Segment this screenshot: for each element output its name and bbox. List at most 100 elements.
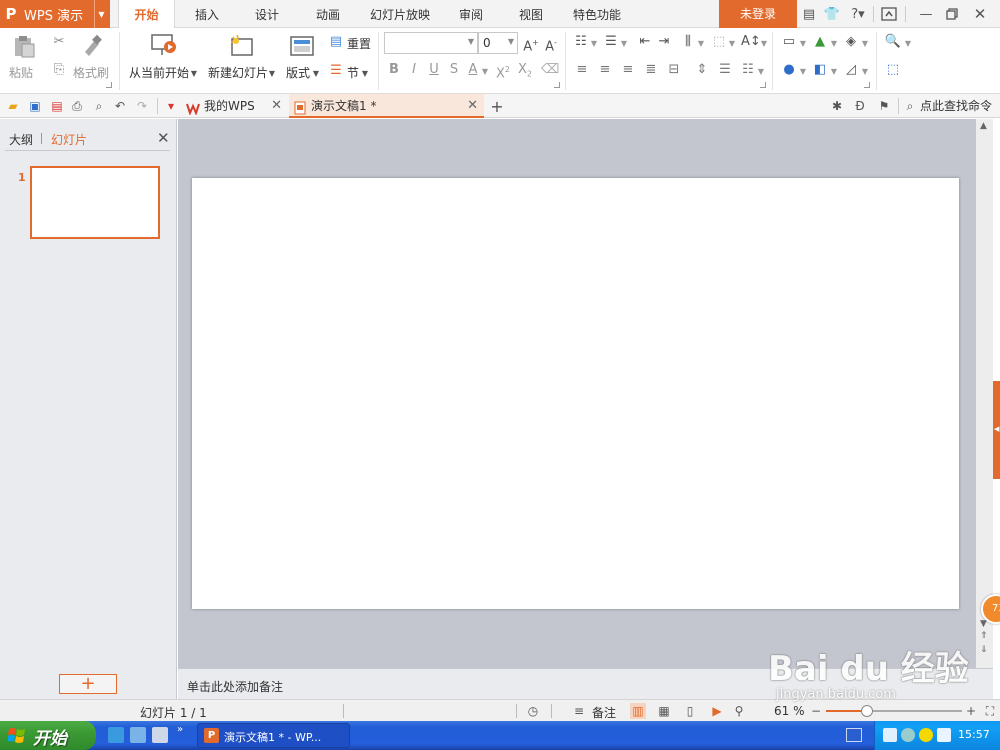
notes-placeholder[interactable]: 单击此处添加备注 xyxy=(187,678,283,695)
redo-icon[interactable]: ↷ xyxy=(134,98,150,114)
layout-icon[interactable] xyxy=(290,36,314,59)
shirt-icon[interactable]: 👕 xyxy=(823,5,841,23)
taskbar-item-wps[interactable]: P 演示文稿1 * - WP... xyxy=(197,723,350,748)
underline-icon[interactable]: U xyxy=(426,62,442,78)
search-icon[interactable]: ⌕ xyxy=(902,98,918,114)
subscript-icon[interactable]: X2 xyxy=(516,62,534,83)
close-icon[interactable]: ✕ xyxy=(157,129,170,147)
restore-icon[interactable] xyxy=(943,5,961,23)
shapes-icon[interactable]: ● xyxy=(780,62,798,78)
app-menu-button[interactable]: P WPS 演示 ▼ xyxy=(0,0,110,28)
tab-view[interactable]: 视图 xyxy=(507,0,555,28)
reading-view-icon[interactable]: ▯ xyxy=(682,703,698,719)
share-icon[interactable]: ⚑ xyxy=(876,98,892,114)
chevron-down-icon[interactable]: ▼ xyxy=(361,66,369,82)
reset-icon[interactable]: ▤ xyxy=(328,34,344,50)
reset-button[interactable]: 重置 xyxy=(347,35,371,52)
tool-icon[interactable]: ✱ xyxy=(829,98,845,114)
font-name-combo[interactable]: ▼ xyxy=(384,32,478,54)
zoom-slider-thumb[interactable] xyxy=(860,705,873,717)
notes-pane[interactable]: 单击此处添加备注 xyxy=(178,668,993,699)
new-slide-button[interactable]: 新建幻灯片 xyxy=(208,64,268,81)
fill-bucket-icon[interactable]: ◈ xyxy=(842,34,860,50)
align-center-icon[interactable]: ≡ xyxy=(597,62,613,78)
line-spacing-icon[interactable]: ⇕ xyxy=(694,62,710,78)
security-icon[interactable] xyxy=(901,728,915,742)
task-pane-toggle[interactable]: ◀ xyxy=(993,381,1000,479)
browser-icon[interactable] xyxy=(130,727,146,743)
chevron-down-icon[interactable]: ▼ xyxy=(760,36,768,52)
chevron-down-icon[interactable]: ▼ xyxy=(830,36,838,52)
save-icon[interactable]: ▣ xyxy=(27,98,43,114)
chevron-down-icon[interactable]: ▼ xyxy=(861,64,869,80)
decrease-indent-icon[interactable]: ⇤ xyxy=(637,34,653,50)
close-icon[interactable]: ✕ xyxy=(971,5,989,23)
customize-toolbar-icon[interactable]: ▾ xyxy=(163,98,179,114)
tab-design[interactable]: 设计 xyxy=(243,0,291,28)
chevron-down-icon[interactable]: ▼ xyxy=(312,66,320,82)
chevron-down-icon[interactable]: ▼ xyxy=(94,0,108,28)
select-icon[interactable]: ⬚ xyxy=(884,62,902,78)
format-painter-icon[interactable] xyxy=(81,34,103,59)
tab-home[interactable]: 开始 xyxy=(118,0,175,29)
superscript-icon[interactable]: X2 xyxy=(494,62,512,82)
picture-icon[interactable]: ▲ xyxy=(811,34,829,50)
indent-spacing-icon[interactable]: ☷ xyxy=(740,62,756,78)
numbering-icon[interactable]: ☰ xyxy=(603,34,619,50)
open-folder-icon[interactable]: ▰ xyxy=(5,98,21,114)
chevron-down-icon[interactable]: ▼ xyxy=(697,36,705,52)
chevron-down-icon[interactable]: ▼ xyxy=(268,66,276,82)
play-from-current-icon[interactable] xyxy=(150,33,178,60)
normal-view-icon[interactable]: ▥ xyxy=(630,703,646,719)
format-painter-label[interactable]: 格式刷 xyxy=(73,64,109,81)
chevron-down-icon[interactable]: ▼ xyxy=(904,36,912,52)
collapse-ribbon-icon[interactable] xyxy=(880,5,898,23)
copy-icon[interactable]: ⎘ xyxy=(51,62,67,78)
paste-icon[interactable] xyxy=(12,34,36,61)
undo-icon[interactable]: ↶ xyxy=(112,98,128,114)
calendar-icon[interactable]: ▤ xyxy=(800,5,818,23)
fit-window-icon[interactable]: ⛶ xyxy=(982,703,998,719)
font-color-icon[interactable]: A xyxy=(465,62,481,78)
print-preview-icon[interactable]: ⌕ xyxy=(91,98,107,114)
chevron-down-icon[interactable]: ▼ xyxy=(861,36,869,52)
increase-indent-icon[interactable]: ⇥ xyxy=(656,34,672,50)
slide-canvas[interactable] xyxy=(192,178,959,609)
next-slide-icon[interactable]: ⇓ xyxy=(980,645,988,655)
tab-slideshow[interactable]: 幻灯片放映 xyxy=(362,0,438,28)
tab-review[interactable]: 审阅 xyxy=(447,0,495,28)
tab-outline[interactable]: 大纲 xyxy=(9,131,33,148)
print-icon[interactable]: ⎙ xyxy=(69,98,85,114)
tab-animation[interactable]: 动画 xyxy=(304,0,352,28)
login-button[interactable]: 未登录 xyxy=(719,0,797,28)
find-replace-icon[interactable]: 🔍 xyxy=(884,34,902,50)
vertical-scrollbar[interactable]: ▲ ▼ ⇑ ⇓ xyxy=(976,119,993,668)
notes-icon[interactable]: ≡ xyxy=(571,703,587,719)
slide-sorter-icon[interactable]: ▦ xyxy=(656,703,672,719)
cut-icon[interactable]: ✂ xyxy=(51,34,67,50)
clear-format-icon[interactable]: ⌫ xyxy=(541,62,559,78)
section-button[interactable]: 节 xyxy=(347,64,359,81)
group-dialog-launcher[interactable] xyxy=(760,82,766,88)
bold-icon[interactable]: B xyxy=(386,62,402,78)
section-icon[interactable]: ☰ xyxy=(328,63,344,79)
export-pdf-icon[interactable]: ▤ xyxy=(49,98,65,114)
decrease-font-icon[interactable]: A- xyxy=(543,35,559,55)
chevron-down-icon[interactable]: ▼ xyxy=(728,36,736,52)
chevron-down-icon[interactable]: ▼ xyxy=(620,36,628,52)
shield-icon[interactable] xyxy=(937,728,951,742)
help-icon[interactable]: ?▾ xyxy=(847,5,869,23)
layout-button[interactable]: 版式 xyxy=(286,64,310,81)
start-button[interactable]: 开始 xyxy=(0,721,96,750)
group-dialog-launcher[interactable] xyxy=(864,82,870,88)
tab-special-features[interactable]: 特色功能 xyxy=(565,0,629,28)
chevron-down-icon[interactable]: ▼ xyxy=(481,64,489,80)
chevron-down-icon[interactable]: ▼ xyxy=(190,66,198,82)
chevron-down-icon[interactable]: ▼ xyxy=(830,64,838,80)
tab-current-document[interactable]: 演示文稿1 * ✕ xyxy=(289,94,484,118)
textbox-icon[interactable]: ▭ xyxy=(780,34,798,50)
new-slide-icon[interactable] xyxy=(228,33,256,60)
outline-icon[interactable]: ◿ xyxy=(842,62,860,78)
zoom-in-icon[interactable]: + xyxy=(963,703,979,719)
update-icon[interactable] xyxy=(919,728,933,742)
